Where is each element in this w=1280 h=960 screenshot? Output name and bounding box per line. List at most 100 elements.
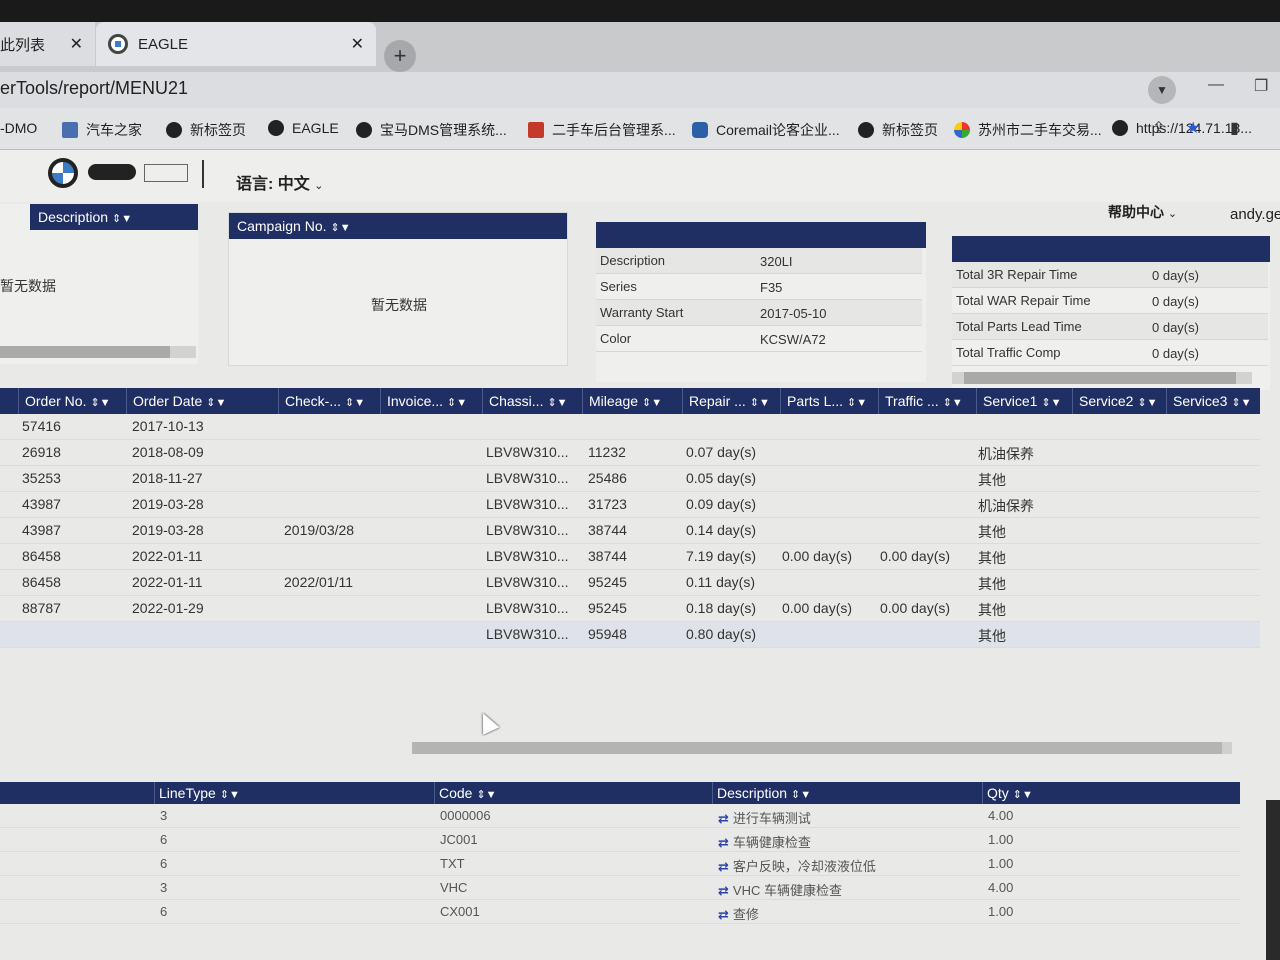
address-bar[interactable]: erTools/report/MENU21 [0, 72, 1280, 108]
cell-check: 2019/03/28 [284, 522, 355, 538]
cell-date: 2019-03-28 [132, 522, 204, 538]
table-row[interactable]: LBV8W310... 95948 0.80 day(s) 其他 [0, 622, 1260, 648]
column-header[interactable]: Parts L... ⇕▼ [780, 388, 878, 414]
sort-filter-icon[interactable]: ⇕▼ [447, 397, 467, 409]
column-header[interactable]: Mileage ⇕▼ [582, 388, 682, 414]
sort-filter-icon[interactable]: ⇕▼ [1041, 397, 1061, 409]
table-row[interactable]: 86458 2022-01-11 2022/01/11 LBV8W310... 9524… [0, 570, 1260, 596]
close-icon[interactable]: ✕ [351, 34, 364, 54]
column-header[interactable]: LineType ⇕▼ [154, 782, 434, 804]
column-header[interactable]: Service1 ⇕▼ [976, 388, 1072, 414]
sort-filter-icon[interactable]: ⇕▼ [750, 397, 770, 409]
column-header[interactable]: Chassi... ⇕▼ [482, 388, 582, 414]
column-header[interactable]: Code ⇕▼ [434, 782, 712, 804]
scrollbar[interactable] [952, 372, 1252, 384]
user-name[interactable]: andy.ge [1230, 206, 1280, 223]
app-header [0, 150, 1280, 202]
restore-icon[interactable]: ❐ [1254, 76, 1268, 96]
table-row[interactable]: 26918 2018-08-09 LBV8W310... 11232 0.07 day(… [0, 440, 1260, 466]
sort-filter-icon[interactable]: ⇕▼ [1013, 789, 1033, 801]
table-row[interactable]: 57416 2017-10-13 [0, 414, 1260, 440]
table-row[interactable]: 6 CX001 ⇄ 查修 1.00 [0, 900, 1240, 924]
sort-filter-icon[interactable]: ⇕▼ [1137, 397, 1157, 409]
scrollbar[interactable] [0, 346, 196, 358]
column-header[interactable]: Repair ... ⇕▼ [682, 388, 780, 414]
url-text: erTools/report/MENU21 [0, 78, 189, 98]
browser-tab-2[interactable]: EAGLE ✕ [96, 22, 376, 66]
column-header[interactable]: Invoice... ⇕▼ [380, 388, 482, 414]
bookmark-item[interactable]: 新标签页 [166, 120, 246, 140]
column-header[interactable]: Description ⇕▼ [30, 204, 198, 230]
share-icon[interactable]: ⇪ [1152, 118, 1165, 138]
language-select[interactable]: 语言: 中文 ⌄ [236, 170, 323, 194]
column-header[interactable]: Campaign No. ⇕▼ [229, 213, 567, 239]
bookmark-item[interactable]: Coremail论客企业... [692, 120, 840, 140]
bookmark-item[interactable]: -DMO [0, 120, 37, 136]
cell-type: 6 [160, 832, 168, 847]
table-row[interactable]: 35253 2018-11-27 LBV8W310... 25486 0.05 day(… [0, 466, 1260, 492]
scrollbar-thumb[interactable] [412, 742, 1222, 754]
chevron-down-icon[interactable]: ▼ [1148, 76, 1176, 104]
column-header[interactable]: Description ⇕▼ [712, 782, 982, 804]
table-row[interactable]: 43987 2019-03-28 2019/03/28 LBV8W310... 3874… [0, 518, 1260, 544]
table-row[interactable]: 3 VHC ⇄ VHC 车辆健康检查 4.00 [0, 876, 1240, 900]
star-icon[interactable]: ★ [1186, 118, 1200, 138]
swap-icon[interactable]: ⇄ [718, 907, 729, 923]
swap-icon[interactable]: ⇄ [718, 835, 729, 851]
column-header[interactable]: Service2 ⇕▼ [1072, 388, 1166, 414]
cell-chassis: LBV8W310... [486, 522, 569, 538]
sort-filter-icon[interactable]: ⇕▼ [943, 397, 963, 409]
cell-s1: 其他 [978, 576, 1006, 592]
bookmark-item[interactable]: 宝马DMS管理系统... [356, 120, 507, 140]
sort-filter-icon[interactable]: ⇕▼ [345, 397, 365, 409]
swap-icon[interactable]: ⇄ [718, 811, 729, 827]
bookmarks-bar: -DMO 汽车之家 新标签页 EAGLE 宝马DMS管理系统... 二手车后台管… [0, 108, 1280, 150]
bookmark-item[interactable]: EAGLE [268, 120, 339, 136]
table-row[interactable]: 3 0000006 ⇄ 进行车辆测试 4.00 [0, 804, 1240, 828]
new-tab-button[interactable]: + [384, 40, 416, 72]
sort-filter-icon[interactable]: ⇕▼ [642, 397, 662, 409]
bookmark-item[interactable]: 新标签页 [858, 120, 938, 140]
favicon-icon [954, 122, 970, 138]
column-header[interactable]: Service3 ⇕▼ [1166, 388, 1260, 414]
scrollbar-thumb[interactable] [0, 346, 170, 358]
column-header[interactable]: Order No. ⇕▼ [18, 388, 126, 414]
sort-filter-icon[interactable]: ⇕▼ [331, 222, 351, 234]
sort-filter-icon[interactable]: ⇕▼ [206, 397, 226, 409]
column-header[interactable]: Order Date ⇕▼ [126, 388, 278, 414]
table-row[interactable]: 88787 2022-01-29 LBV8W310... 95245 0.18 day(… [0, 596, 1260, 622]
sidebar-icon[interactable]: ▮ [1230, 118, 1239, 138]
column-header[interactable]: Qty ⇕▼ [982, 782, 1240, 804]
bookmark-item[interactable]: 二手车后台管理系... [528, 120, 676, 140]
table-row[interactable]: 86458 2022-01-11 LBV8W310... 38744 7.19 day(… [0, 544, 1260, 570]
bookmark-item[interactable]: 苏州市二手车交易... [954, 120, 1102, 140]
orders-horizontal-scrollbar[interactable] [412, 742, 1232, 754]
sort-filter-icon[interactable]: ⇕▼ [90, 397, 110, 409]
swap-icon[interactable]: ⇄ [718, 859, 729, 875]
table-row[interactable]: 43987 2019-03-28 LBV8W310... 31723 0.09 day(… [0, 492, 1260, 518]
cell-mileage: 31723 [588, 496, 627, 512]
rolls-royce-logo-icon [144, 164, 188, 182]
sort-filter-icon[interactable]: ⇕▼ [547, 397, 567, 409]
sort-filter-icon[interactable]: ⇕▼ [847, 397, 867, 409]
bookmark-item[interactable]: 汽车之家 [62, 120, 142, 140]
sort-filter-icon[interactable]: ⇕▼ [476, 789, 496, 801]
close-icon[interactable]: ✕ [70, 34, 83, 54]
cell-date: 2017-10-13 [132, 418, 204, 434]
column-header[interactable]: Traffic ... ⇕▼ [878, 388, 976, 414]
cell-traffic: 0.00 day(s) [880, 548, 951, 564]
sort-filter-icon[interactable]: ⇕▼ [791, 789, 811, 801]
swap-icon[interactable]: ⇄ [718, 883, 729, 899]
sort-filter-icon[interactable]: ⇕▼ [1231, 397, 1251, 409]
scrollbar-thumb[interactable] [964, 372, 1236, 384]
cell-date: 2018-08-09 [132, 444, 204, 460]
column-header[interactable]: Check-... ⇕▼ [278, 388, 380, 414]
sort-filter-icon[interactable]: ⇕▼ [112, 213, 132, 225]
table-row[interactable]: 6 TXT ⇄ 客户反映，冷却液液位低 1.00 [0, 852, 1240, 876]
help-center-link[interactable]: 帮助中心 ⌄ [1108, 202, 1177, 222]
browser-tab-1[interactable]: 此列表 ✕ [0, 22, 95, 66]
table-row[interactable]: 6 JC001 ⇄ 车辆健康检查 1.00 [0, 828, 1240, 852]
sort-filter-icon[interactable]: ⇕▼ [220, 789, 240, 801]
minimize-icon[interactable]: — [1208, 76, 1224, 94]
kv-row: Series F35 [596, 274, 922, 300]
